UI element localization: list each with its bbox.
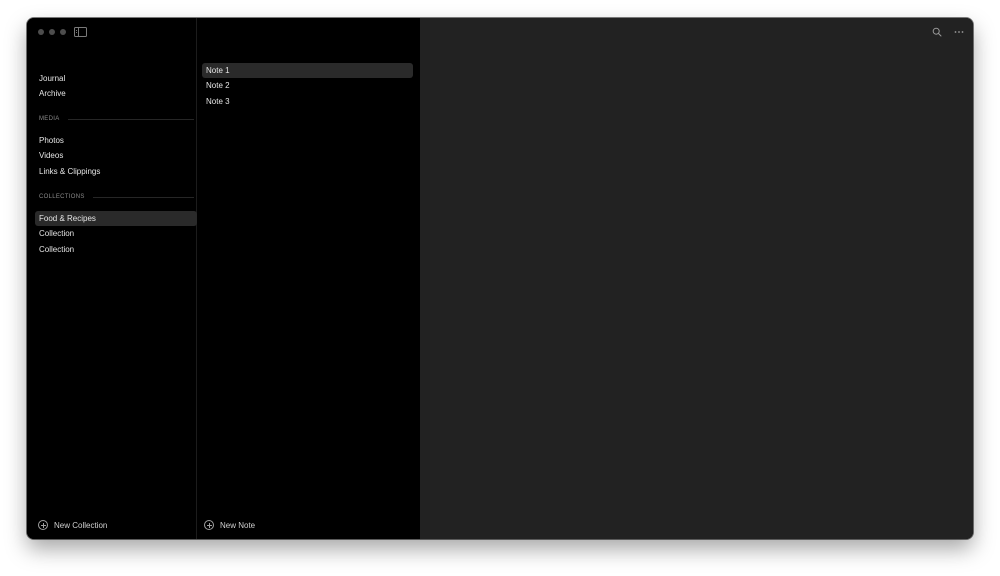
- close-window-button[interactable]: [38, 29, 44, 35]
- app-window: Journal Archive MEDIA Photos Videos Link…: [27, 18, 973, 539]
- window-controls: [38, 29, 66, 35]
- zoom-window-button[interactable]: [60, 29, 66, 35]
- collections-section-header: COLLECTIONS: [39, 192, 194, 202]
- sidebar-item-videos[interactable]: Videos: [35, 148, 197, 163]
- sidebar-toggle-icon[interactable]: [74, 27, 87, 37]
- sidebar-item-photos[interactable]: Photos: [35, 133, 197, 148]
- divider: [92, 196, 194, 198]
- divider: [67, 118, 194, 120]
- sidebar: Journal Archive MEDIA Photos Videos Link…: [27, 18, 197, 539]
- sidebar-item-food-recipes[interactable]: Food & Recipes: [35, 211, 197, 226]
- new-note-button[interactable]: New Note: [204, 520, 255, 530]
- sidebar-item-collection[interactable]: Collection: [35, 226, 197, 241]
- sidebar-item-archive[interactable]: Archive: [35, 86, 197, 101]
- new-note-label: New Note: [220, 520, 256, 530]
- sidebar-item-collection[interactable]: Collection: [35, 242, 197, 257]
- more-icon[interactable]: [954, 27, 964, 37]
- note-item[interactable]: Note 1: [202, 63, 413, 78]
- note-item[interactable]: Note 2: [202, 78, 413, 93]
- notes-list: Note 1 Note 2 Note 3 New Note: [197, 18, 420, 539]
- plus-circle-icon: [38, 520, 48, 530]
- media-section-header: MEDIA: [39, 114, 194, 124]
- media-section-label: MEDIA: [39, 116, 60, 122]
- search-icon[interactable]: [932, 27, 942, 37]
- note-item[interactable]: Note 3: [202, 94, 413, 109]
- new-collection-button[interactable]: New Collection: [38, 520, 107, 530]
- sidebar-item-journal[interactable]: Journal: [35, 71, 197, 86]
- plus-circle-icon: [204, 520, 214, 530]
- collections-section-label: COLLECTIONS: [39, 194, 85, 200]
- editor-pane[interactable]: [420, 18, 973, 539]
- new-collection-label: New Collection: [54, 520, 108, 530]
- sidebar-item-links-clippings[interactable]: Links & Clippings: [35, 164, 197, 179]
- minimize-window-button[interactable]: [49, 29, 55, 35]
